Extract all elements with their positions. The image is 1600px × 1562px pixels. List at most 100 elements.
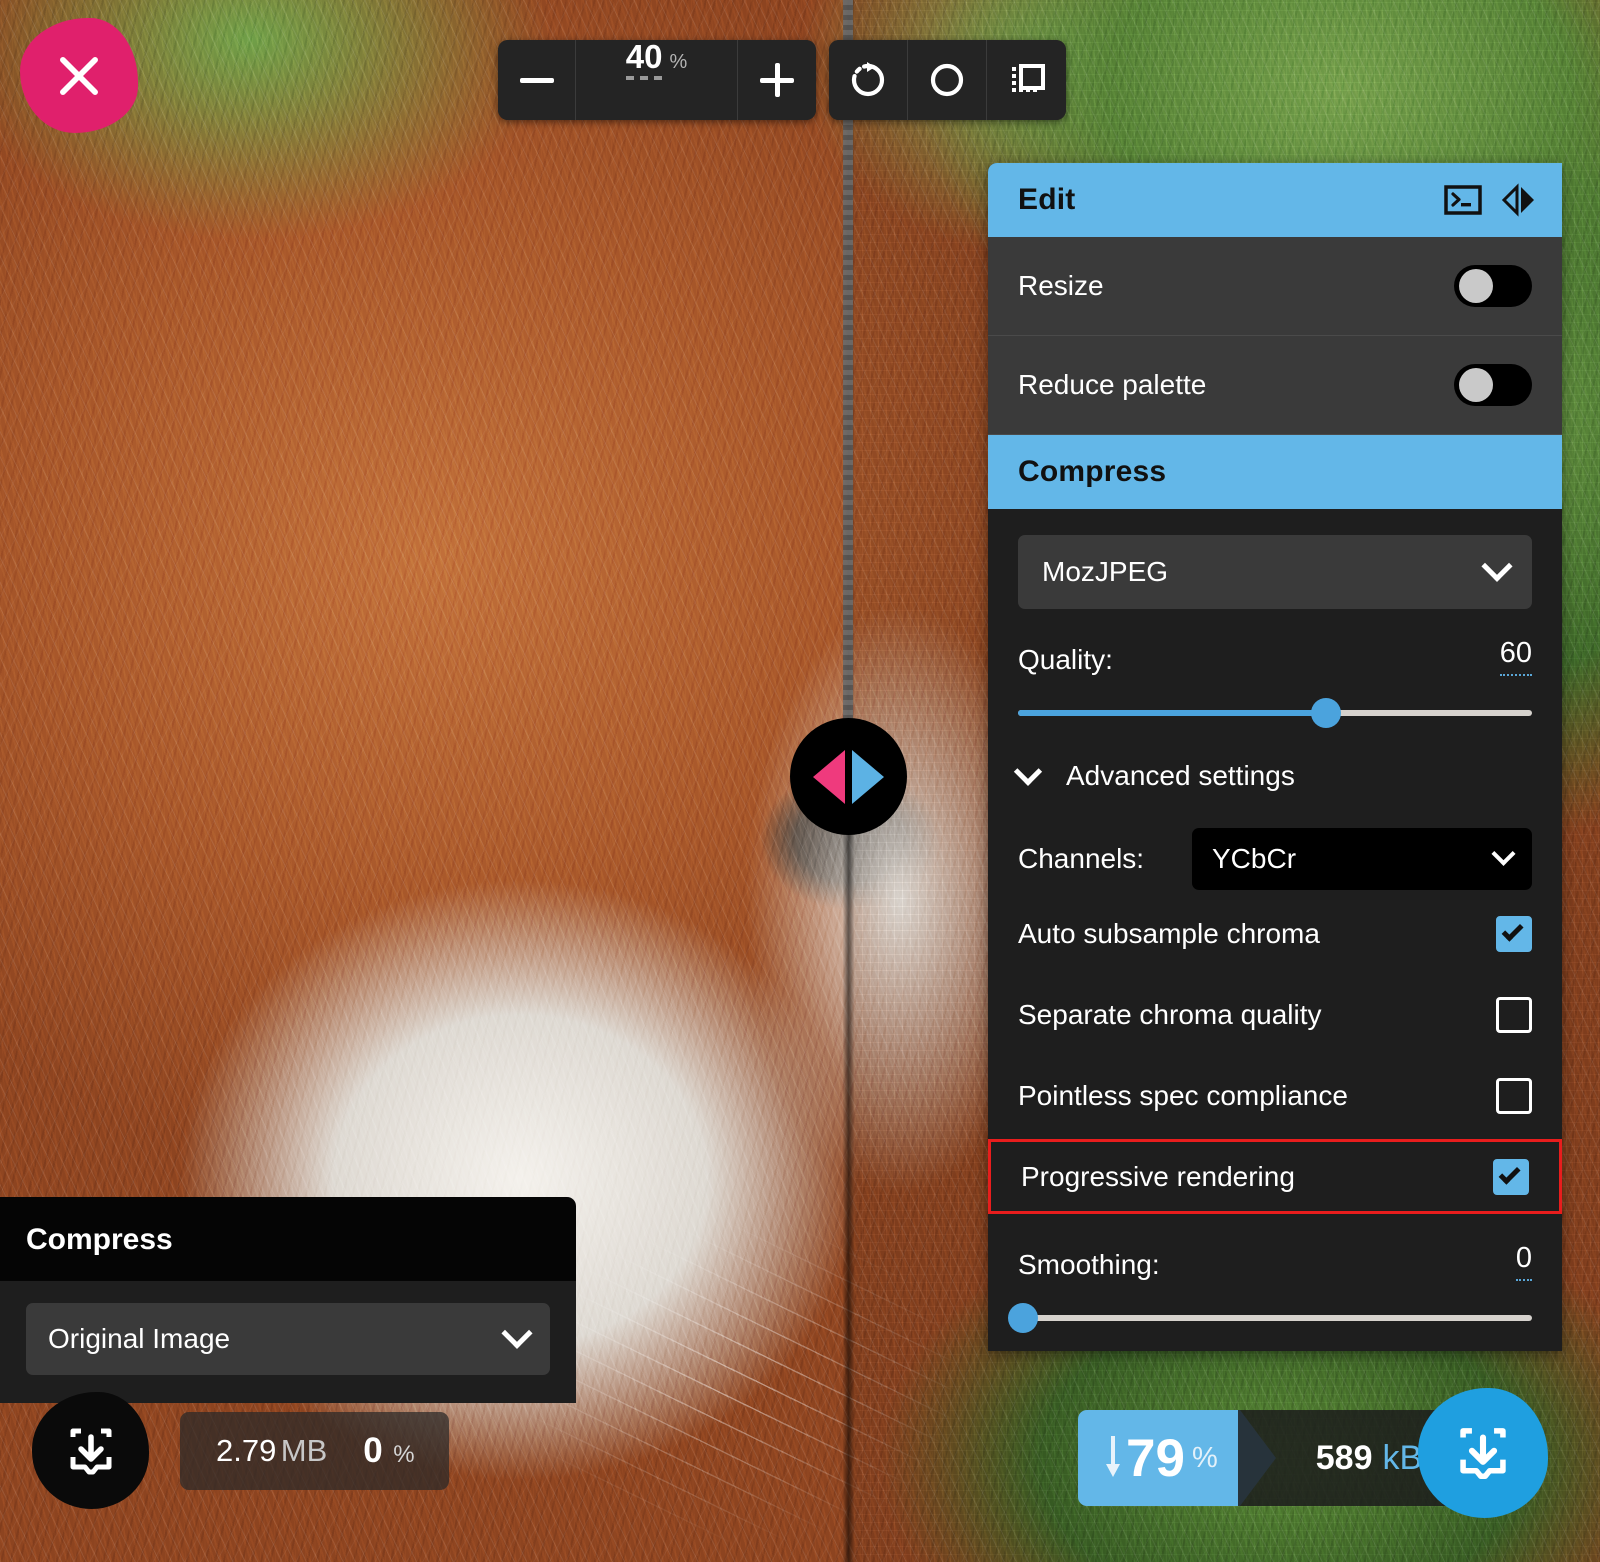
smoothing-slider-thumb[interactable]: [1008, 1303, 1038, 1333]
compressed-size-status: 79 % 589 kB: [1078, 1410, 1462, 1506]
toggle-knob: [1459, 269, 1493, 303]
chevron-down-icon: [1481, 551, 1512, 582]
original-percent-unit: %: [393, 1441, 414, 1468]
channels-select[interactable]: YCbCr: [1192, 828, 1532, 890]
terminal-icon: [1444, 185, 1482, 215]
minus-icon: [520, 78, 554, 83]
chevron-down-icon: [1014, 758, 1042, 786]
triangle-right-icon: [852, 750, 884, 804]
quality-value[interactable]: 60: [1500, 637, 1532, 676]
resize-toggle[interactable]: [1454, 265, 1532, 307]
resize-label: Resize: [1018, 270, 1104, 302]
original-card-body: Original Image: [0, 1281, 576, 1403]
resize-row[interactable]: Resize: [988, 237, 1562, 336]
before-after-split-handle[interactable]: [790, 718, 907, 835]
separate-chroma-quality-checkbox[interactable]: [1496, 997, 1532, 1033]
check-icon: [1502, 920, 1524, 942]
quality-label: Quality:: [1018, 644, 1113, 676]
compress-section-body: MozJPEG Quality: 60 Advanced settings: [988, 509, 1562, 1351]
smoothing-header: Smoothing: 0: [1018, 1242, 1532, 1281]
terminal-button[interactable]: [1444, 185, 1482, 215]
original-card-title: Compress: [0, 1197, 576, 1281]
progressive-rendering-checkbox[interactable]: [1493, 1159, 1529, 1195]
reduction-unit: %: [1192, 1442, 1218, 1475]
reduction-value: 79: [1126, 1432, 1185, 1485]
zoom-out-button[interactable]: [498, 40, 576, 120]
chevron-down-icon: [1491, 841, 1515, 865]
edit-section-header: Edit: [988, 163, 1562, 237]
plus-icon: [760, 63, 794, 97]
original-image-select-value: Original Image: [48, 1323, 230, 1355]
edit-header-actions: [1444, 183, 1538, 217]
pointless-spec-compliance-row[interactable]: Pointless spec compliance: [988, 1058, 1562, 1133]
zoom-level-value: 40: [626, 40, 663, 80]
original-size-unit: MB: [281, 1433, 328, 1468]
pointless-spec-compliance-label: Pointless spec compliance: [1018, 1080, 1348, 1112]
original-size: 2.79 MB: [216, 1433, 327, 1469]
quality-slider-thumb[interactable]: [1311, 698, 1341, 728]
reduce-palette-toggle[interactable]: [1454, 364, 1532, 406]
codec-select[interactable]: MozJPEG: [1018, 535, 1532, 609]
smoothing-control: Smoothing: 0: [988, 1214, 1562, 1321]
circle-outline-icon: [927, 60, 967, 100]
download-original-button[interactable]: [32, 1392, 149, 1509]
channels-label: Channels:: [1018, 843, 1144, 875]
rotate-clockwise-icon: [848, 60, 888, 100]
quality-control: Quality: 60: [988, 609, 1562, 716]
swap-sides-icon: [1500, 183, 1538, 217]
progressive-rendering-label: Progressive rendering: [1021, 1161, 1295, 1193]
quality-slider-fill: [1018, 710, 1326, 716]
zoom-level-unit: %: [669, 51, 687, 74]
channels-select-value: YCbCr: [1212, 843, 1296, 875]
separate-chroma-quality-row[interactable]: Separate chroma quality: [988, 977, 1562, 1052]
reduce-palette-label: Reduce palette: [1018, 369, 1206, 401]
progressive-rendering-row[interactable]: Progressive rendering: [988, 1139, 1562, 1214]
original-image-select[interactable]: Original Image: [26, 1303, 550, 1375]
auto-subsample-chroma-label: Auto subsample chroma: [1018, 918, 1320, 950]
compressed-size-unit: kB: [1382, 1439, 1422, 1478]
auto-subsample-chroma-checkbox[interactable]: [1496, 916, 1532, 952]
rotate-button[interactable]: [829, 40, 908, 120]
codec-select-value: MozJPEG: [1042, 556, 1168, 588]
original-size-value: 2.79: [216, 1433, 276, 1468]
auto-subsample-chroma-row[interactable]: Auto subsample chroma: [988, 896, 1562, 971]
settings-panel: Edit Resize: [988, 163, 1562, 1351]
original-image-card: Compress Original Image: [0, 1197, 576, 1403]
advanced-settings-label: Advanced settings: [1066, 760, 1295, 792]
channels-field: Channels: YCbCr: [988, 802, 1562, 890]
advanced-settings-toggle[interactable]: Advanced settings: [988, 716, 1562, 802]
circle-tool-button[interactable]: [908, 40, 987, 120]
close-x-icon: [56, 53, 102, 99]
pointless-spec-compliance-checkbox[interactable]: [1496, 1078, 1532, 1114]
original-size-status: 2.79 MB 0 %: [180, 1412, 449, 1490]
zoom-in-button[interactable]: [738, 40, 816, 120]
compress-section-header: Compress: [988, 435, 1562, 509]
original-percent-value: 0: [363, 1431, 382, 1470]
quality-slider[interactable]: [1018, 710, 1532, 716]
close-button[interactable]: [20, 18, 138, 133]
reduction-badge: 79 %: [1078, 1410, 1240, 1506]
zoom-controls-group: 40 %: [498, 40, 816, 120]
swap-sides-button[interactable]: [1500, 183, 1538, 217]
smoothing-value[interactable]: 0: [1516, 1242, 1532, 1281]
app-root: 40 %: [0, 0, 1600, 1562]
download-icon: [63, 1423, 119, 1479]
view-tools-group: [829, 40, 1066, 120]
check-icon: [1499, 1163, 1521, 1185]
compress-section-title: Compress: [1018, 455, 1166, 489]
zoom-level-display[interactable]: 40 %: [576, 40, 738, 120]
edit-section-title: Edit: [1018, 183, 1075, 217]
download-icon: [1452, 1422, 1514, 1484]
original-percent: 0 %: [363, 1431, 414, 1471]
download-compressed-button[interactable]: [1418, 1388, 1548, 1518]
toggle-knob: [1459, 368, 1493, 402]
compressed-size-value: 589: [1316, 1439, 1373, 1478]
smoothing-slider[interactable]: [1018, 1315, 1532, 1321]
duplicate-selection-button[interactable]: [987, 40, 1066, 120]
duplicate-selection-icon: [1007, 60, 1047, 100]
smoothing-label: Smoothing:: [1018, 1249, 1160, 1281]
down-arrow-icon: [1106, 1436, 1120, 1480]
reduce-palette-row[interactable]: Reduce palette: [988, 336, 1562, 435]
chevron-down-icon: [501, 1318, 532, 1349]
quality-header: Quality: 60: [1018, 637, 1532, 676]
